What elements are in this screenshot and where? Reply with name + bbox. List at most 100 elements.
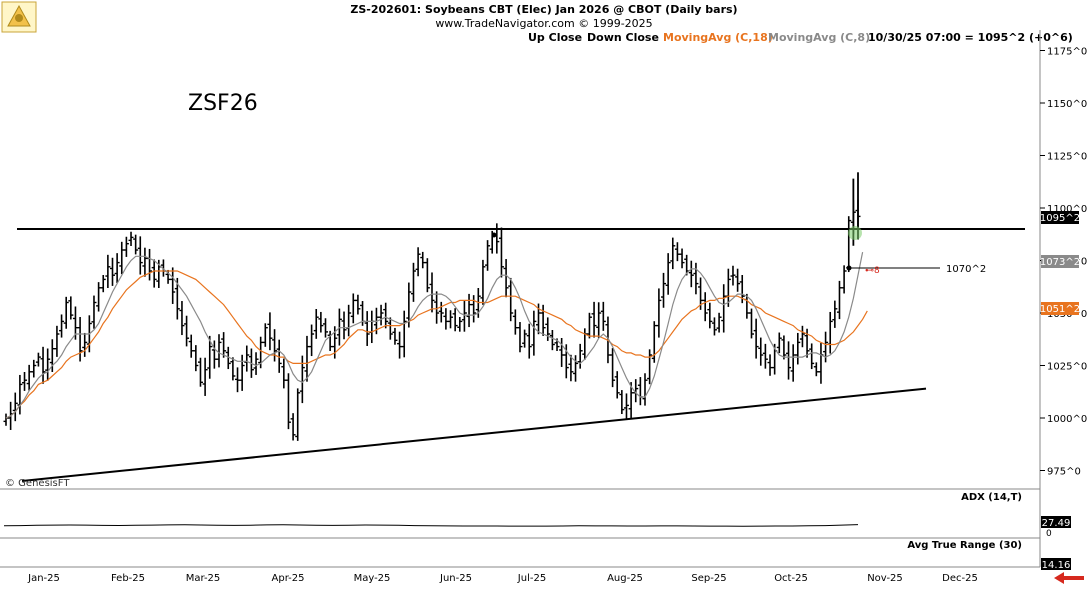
ohlc-bar — [749, 308, 754, 339]
y-tick-label: 1000^0 — [1047, 414, 1087, 425]
support-line — [21, 387, 927, 482]
ohlc-bar — [401, 310, 407, 358]
x-tick-label: May-25 — [354, 573, 391, 584]
ohlc-bar — [323, 318, 328, 338]
ohlc-bar — [610, 348, 616, 388]
level-label: 1070^2 — [946, 264, 986, 275]
chart-window[interactable]: ZS-202601: Soybeans CBT (Elec) Jan 2026 … — [0, 0, 1089, 587]
symbol-annotation: ZSF26 — [188, 91, 258, 116]
ohlc-bar — [471, 295, 477, 323]
ohlc-bar — [758, 337, 764, 366]
ohlc-bar — [776, 332, 782, 354]
legend-ma8[interactable]: MovingAvg (C,8) — [768, 31, 870, 44]
ohlc-bar — [841, 265, 847, 294]
ohlc-bar — [230, 357, 236, 381]
x-tick-label: Aug-25 — [607, 573, 643, 584]
ohlc-bar — [461, 301, 467, 332]
ohlc-bar — [642, 373, 648, 406]
ohlc-bar — [262, 323, 268, 347]
ohlc-bar — [818, 343, 824, 384]
atr-title: Avg True Range (30) — [907, 540, 1022, 551]
ohlc-bar — [424, 258, 430, 293]
ohlc-bar — [466, 293, 472, 328]
ohlc-bar — [290, 413, 296, 441]
ohlc-bar — [123, 236, 129, 257]
ohlc-bar — [480, 259, 486, 305]
ohlc-bar — [350, 293, 356, 324]
ohlc-bar — [96, 282, 102, 312]
ohlc-bar — [679, 248, 685, 269]
ohlc-bar — [619, 390, 625, 415]
ohlc-bar — [63, 296, 69, 329]
ohlc-bar — [508, 277, 514, 322]
x-tick-label: Jul-25 — [517, 573, 546, 584]
ohlc-bar — [285, 373, 291, 430]
x-tick-label: Dec-25 — [942, 573, 978, 584]
ohlc-bar — [244, 345, 250, 372]
ohlc-bar — [110, 257, 115, 286]
ohlc-bar — [235, 367, 241, 393]
ohlc-bar — [3, 413, 9, 426]
ohlc-bar — [318, 311, 324, 333]
ohlc-bar — [45, 348, 51, 381]
ohlc-bar — [531, 310, 537, 356]
ohlc-bar — [665, 253, 671, 295]
ohlc-bar — [22, 372, 28, 391]
ohlc-bar — [415, 247, 421, 277]
ohlc-bar — [503, 259, 509, 298]
ohlc-bar — [762, 343, 768, 369]
x-axis: Jan-25 Feb-25 Mar-25 Apr-25 May-25 Jun-25 Jul-… — [27, 573, 978, 584]
level-marker-icon: ⊷8 — [865, 266, 880, 276]
ohlc-bar — [429, 272, 435, 313]
ohlc-bar — [341, 311, 347, 340]
ohlc-bar — [799, 325, 805, 348]
ohlc-bar — [526, 323, 532, 359]
ohlc-bar — [591, 301, 597, 338]
ohlc-bar — [299, 355, 305, 404]
ohlc-bar — [364, 311, 370, 346]
chart-canvas[interactable]: ZS-202601: Soybeans CBT (Elec) Jan 2026 … — [0, 0, 1089, 587]
svg-text:27.49: 27.49 — [1042, 518, 1071, 529]
x-tick-label: Jan-25 — [27, 573, 60, 584]
legend-down-close[interactable]: Down Close — [587, 31, 659, 44]
x-tick-label: Feb-25 — [111, 573, 145, 584]
resistance-dot — [491, 232, 497, 238]
x-tick-label: Mar-25 — [186, 573, 221, 584]
ohlc-bar — [151, 259, 157, 288]
ohlc-bar — [614, 371, 620, 399]
ohlc-bar — [313, 309, 319, 339]
ohlc-bar — [674, 242, 680, 262]
ohlc-bar — [813, 362, 819, 377]
ohlc-bar — [730, 265, 736, 286]
adx-title: ADX (14,T) — [961, 492, 1022, 503]
svg-text:14.16: 14.16 — [1042, 560, 1071, 571]
ohlc-bar — [438, 301, 444, 323]
x-tick-label: Sep-25 — [691, 573, 726, 584]
ohlc-bar — [137, 236, 143, 275]
ohlc-bar — [35, 352, 41, 367]
svg-text:1051^2: 1051^2 — [1040, 304, 1080, 315]
ohlc-bar — [600, 301, 606, 331]
scroll-right-arrow-icon[interactable] — [1050, 572, 1086, 585]
ohlc-bar — [378, 304, 384, 326]
ohlc-bar — [392, 327, 398, 345]
ohlc-bar — [105, 254, 111, 289]
price-bars — [3, 172, 861, 441]
ohlc-bar — [522, 329, 528, 348]
chart-subtitle: www.TradeNavigator.com © 1999-2025 — [435, 17, 652, 30]
breakout-highlight — [848, 226, 862, 240]
ohlc-bar — [68, 296, 74, 320]
legend-ma18[interactable]: MovingAvg (C,18) — [663, 31, 773, 44]
ohlc-bar — [596, 302, 602, 338]
ohlc-bar — [448, 310, 454, 329]
ohlc-bar — [281, 358, 287, 389]
ohlc-bar — [457, 316, 463, 332]
ma8-line — [5, 251, 864, 419]
ohlc-bar — [397, 331, 403, 359]
legend-up-close[interactable]: Up Close — [528, 31, 582, 44]
y-tick-label: 1025^0 — [1047, 362, 1087, 373]
ma8-price-tag: 1073^2 — [1040, 255, 1080, 268]
ohlc-bar — [142, 247, 148, 277]
y-tick-label: 975^0 — [1047, 467, 1081, 478]
ohlc-bar — [661, 272, 667, 308]
